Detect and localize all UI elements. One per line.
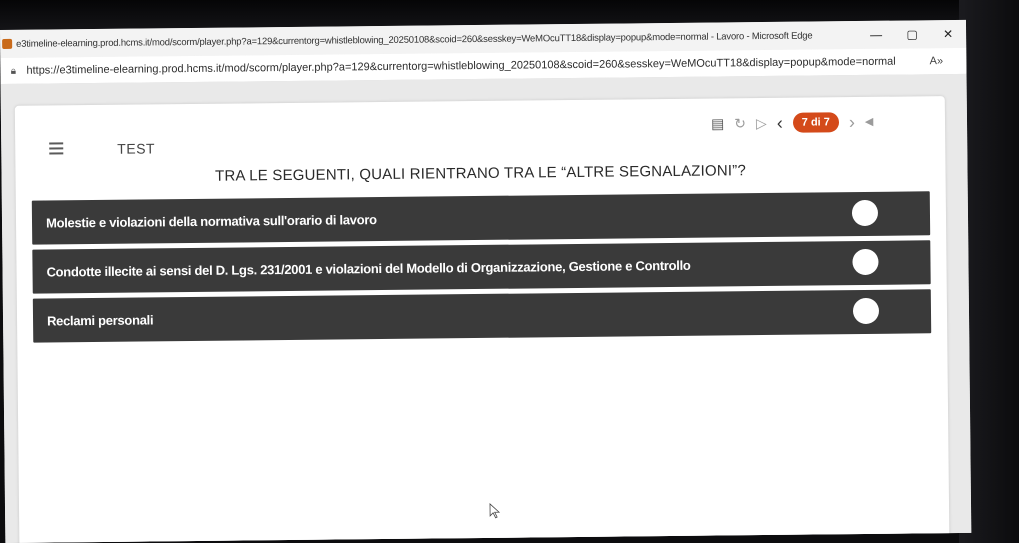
maximize-button[interactable]: ▢ [894, 27, 930, 41]
answer-option-3[interactable]: Reclami personali [32, 289, 932, 343]
previous-page-icon[interactable]: ‹ [777, 112, 783, 134]
answer-option-1[interactable]: Molestie e violazioni della normativa su… [31, 191, 931, 245]
answer-option-label: Condotte illecite ai sensi del D. Lgs. 2… [46, 257, 691, 280]
player-header: TEST ▤ ↻ ▷ ‹ 7 di 7 › ◀ [15, 96, 946, 172]
lesson-title: TEST [117, 140, 156, 157]
read-aloud-icon[interactable]: A» [906, 55, 966, 68]
url-field[interactable]: https://e3timeline-elearning.prod.hcms.i… [26, 56, 906, 77]
answer-options: Molestie e violazioni della normativa su… [31, 191, 932, 347]
lock-icon[interactable]: 🔒︎ [0, 65, 26, 76]
window-controls: — ▢ ✕ [858, 20, 966, 49]
close-button[interactable]: ✕ [930, 27, 966, 41]
play-icon[interactable]: ▷ [756, 112, 767, 134]
answer-option-2[interactable]: Condotte illecite ai sensi del D. Lgs. 2… [32, 240, 931, 294]
answer-option-label: Reclami personali [46, 312, 154, 329]
page-indicator: 7 di 7 [792, 112, 839, 133]
scorm-player-card: TEST ▤ ↻ ▷ ‹ 7 di 7 › ◀ TRA LE SEGUENTI,… [14, 96, 950, 543]
answer-option-label: Molestie e violazioni della normativa su… [45, 212, 377, 231]
hamburger-menu-icon[interactable] [49, 142, 64, 155]
radio-button[interactable] [851, 199, 879, 227]
radio-button[interactable] [852, 297, 880, 325]
next-page-icon[interactable]: › [849, 111, 855, 133]
player-toolbar: ▤ ↻ ▷ ‹ 7 di 7 › ◀ [711, 111, 874, 135]
minimize-button[interactable]: — [858, 28, 894, 42]
browser-window: e3timeline-elearning.prod.hcms.it/mod/sc… [0, 19, 972, 543]
notes-icon[interactable]: ▤ [711, 112, 724, 134]
reload-icon[interactable]: ↻ [734, 112, 746, 134]
site-favicon-icon [2, 38, 13, 49]
radio-button[interactable] [852, 248, 879, 276]
volume-icon[interactable]: ◀ [865, 111, 874, 133]
window-title: e3timeline-elearning.prod.hcms.it/mod/sc… [16, 29, 813, 50]
mouse-cursor-icon [489, 502, 501, 519]
